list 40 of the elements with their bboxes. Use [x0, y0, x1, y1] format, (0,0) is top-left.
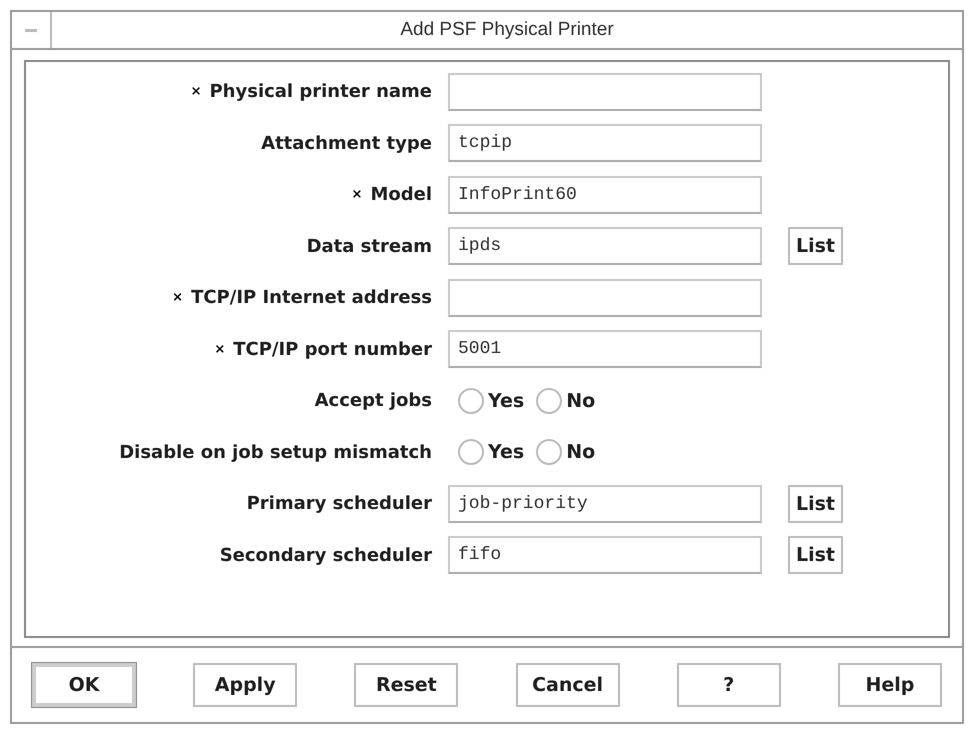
- text-field[interactable]: 5001: [448, 330, 762, 368]
- field-label: Attachment type: [261, 132, 432, 156]
- text-field[interactable]: ipds: [448, 227, 762, 266]
- radio-button[interactable]: [458, 439, 484, 466]
- radio-label: Yes: [488, 440, 524, 465]
- radio-button[interactable]: [458, 388, 484, 414]
- field-label: Model: [370, 183, 432, 208]
- window-title: Add PSF Physical Printer: [399, 18, 615, 42]
- text-field[interactable]: InfoPrint60: [448, 176, 762, 214]
- radio-button[interactable]: [536, 388, 562, 414]
- radio-label: No: [566, 440, 596, 465]
- field-label: Disable on job setup mismatch: [119, 440, 432, 465]
- required-mark: ×: [172, 289, 184, 307]
- text-field[interactable]: tcpip: [448, 124, 762, 162]
- field-label: Data stream: [306, 234, 432, 259]
- field-label: TCP/IP port number: [233, 338, 432, 362]
- radio-label: No: [566, 388, 596, 414]
- required-mark: ×: [214, 340, 226, 358]
- text-field[interactable]: [448, 278, 762, 317]
- list-button[interactable]: List: [788, 536, 844, 574]
- required-mark: ×: [190, 83, 202, 101]
- dialog-button[interactable]: Help: [838, 663, 942, 707]
- field-label: Secondary scheduler: [220, 544, 432, 568]
- field-label: Physical printer name: [209, 80, 432, 104]
- radio-button[interactable]: [536, 439, 562, 466]
- list-button[interactable]: List: [788, 227, 844, 266]
- required-mark: ×: [352, 186, 362, 204]
- text-field[interactable]: fifo: [448, 536, 762, 574]
- list-button[interactable]: List: [788, 484, 844, 523]
- dialog-button[interactable]: OK: [32, 663, 136, 707]
- field-label: Accept jobs: [314, 389, 432, 414]
- dialog-button[interactable]: ?: [676, 663, 781, 707]
- field-label: TCP/IP Internet address: [191, 286, 432, 310]
- dialog-button[interactable]: Cancel: [516, 663, 620, 707]
- field-label: Primary scheduler: [246, 492, 432, 516]
- dialog-button[interactable]: Reset: [354, 663, 458, 707]
- radio-label: Yes: [488, 388, 524, 414]
- text-field[interactable]: [448, 72, 762, 111]
- text-field[interactable]: job-priority: [448, 484, 762, 523]
- dialog-button[interactable]: Apply: [193, 663, 298, 707]
